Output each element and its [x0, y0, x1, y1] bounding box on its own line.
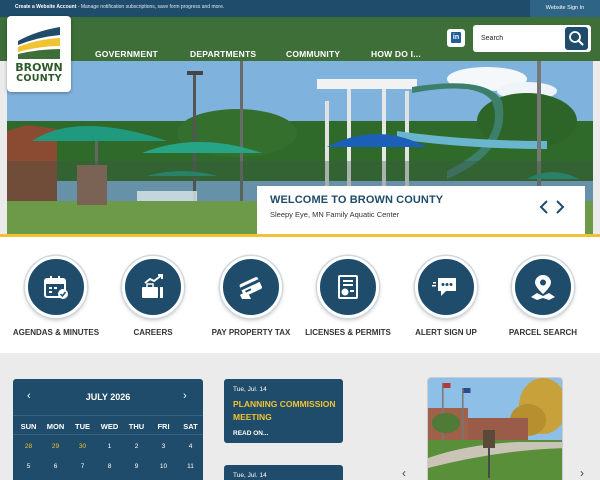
logo-county: COUNTY	[16, 73, 62, 84]
quick-link-label: LICENSES & PERMITS	[305, 328, 391, 337]
quick-link-circle	[415, 256, 477, 318]
nav-government[interactable]: GOVERNMENT	[95, 49, 158, 59]
chat-alert-icon	[432, 278, 456, 296]
credit-card-icon	[239, 277, 262, 299]
calendar-day[interactable]: 10	[150, 463, 177, 470]
nav-departments[interactable]: DEPARTMENTS	[190, 49, 256, 59]
quick-link-pay-tax[interactable]: PAY PROPERTY TAX	[201, 256, 301, 346]
photo-prev-icon[interactable]: ‹	[402, 466, 406, 480]
featured-photo	[427, 377, 563, 480]
event-card[interactable]: Tue, Jul. 14 PLANNING COMMISSION MEETING…	[224, 379, 343, 443]
calendar-day[interactable]: 4	[177, 443, 204, 450]
linkedin-button[interactable]: in	[447, 29, 465, 47]
calendar-day[interactable]: 3	[150, 443, 177, 450]
quick-links: AGENDAS & MINUTES CAREERS PAY PROPERTY T…	[0, 237, 600, 353]
quick-link-label: CAREERS	[133, 328, 173, 337]
weekday-label: TUE	[75, 422, 90, 431]
account-message-text: - Manage notification subscriptions, sav…	[76, 4, 225, 10]
weekday-label: THU	[128, 422, 145, 431]
weekday-label: MON	[46, 422, 65, 431]
hero-subtitle: Sleepy Eye, MN Family Aquatic Center	[270, 210, 400, 219]
calendar-icon	[44, 276, 68, 299]
hero-title: WELCOME TO BROWN COUNTY	[270, 194, 444, 206]
quick-link-circle	[25, 256, 87, 318]
photo-next-icon[interactable]: ›	[580, 466, 584, 480]
quick-link-parcel-search[interactable]: PARCEL SEARCH	[493, 256, 593, 346]
calendar-day[interactable]: 5	[15, 463, 42, 470]
quick-link-licenses[interactable]: LICENSES & PERMITS	[298, 256, 398, 346]
certificate-icon	[338, 275, 358, 299]
quick-link-circle	[122, 256, 184, 318]
search-box	[473, 25, 591, 52]
event-title[interactable]: PLANNING COMMISSION MEETING	[233, 398, 338, 424]
quick-link-careers[interactable]: CAREERS	[103, 256, 203, 346]
calendar-day[interactable]: 9	[123, 463, 150, 470]
event-read-more-link[interactable]: READ ON...	[233, 430, 268, 437]
hero-prev-icon[interactable]	[537, 198, 551, 216]
create-account-link[interactable]: Create a Website Account	[15, 4, 76, 10]
calendar-day[interactable]: 8	[96, 463, 123, 470]
calendar-next-button[interactable]: ›	[183, 390, 187, 402]
nav-how-do-i[interactable]: HOW DO I...	[371, 49, 421, 59]
hero-caption: WELCOME TO BROWN COUNTY Sleepy Eye, MN F…	[257, 186, 585, 234]
nav-community[interactable]: COMMUNITY	[286, 49, 340, 59]
search-input[interactable]	[481, 32, 559, 45]
event-date: Tue, Jul. 14	[233, 472, 267, 479]
quick-link-circle	[317, 256, 379, 318]
map-pin-icon	[531, 275, 555, 300]
calendar-day[interactable]: 7	[69, 463, 96, 470]
logo-name: BROWN	[15, 61, 63, 74]
quick-link-label: AGENDAS & MINUTES	[12, 328, 100, 337]
quick-link-alerts[interactable]: ALERT SIGN UP	[396, 256, 496, 346]
linkedin-icon: in	[451, 32, 461, 43]
calendar-day[interactable]: 28	[15, 443, 42, 450]
top-utility-bar: Create a Website Account - Manage notifi…	[0, 0, 600, 17]
search-button[interactable]	[565, 27, 588, 50]
event-date: Tue, Jul. 14	[233, 386, 267, 393]
calendar-day[interactable]: 6	[42, 463, 69, 470]
calendar-day[interactable]: 11	[177, 463, 204, 470]
weekday-label: WED	[100, 422, 119, 431]
quick-link-agendas[interactable]: AGENDAS & MINUTES	[6, 256, 106, 346]
calendar-day[interactable]: 29	[42, 443, 69, 450]
courthouse-photo	[428, 378, 562, 480]
website-sign-in-button[interactable]: Website Sign In	[530, 0, 600, 17]
calendar-weekday-row: SUN MON TUE WED THU FRI SAT	[13, 415, 203, 435]
weekday-label: SAT	[183, 422, 198, 431]
event-calendar: ‹ JULY 2026 › SUN MON TUE WED THU FRI SA…	[13, 379, 203, 480]
weekday-label: SUN	[20, 422, 37, 431]
logo-emblem-icon	[18, 27, 60, 59]
quick-link-label: ALERT SIGN UP	[415, 328, 477, 337]
county-logo[interactable]: BROWN COUNTY	[7, 16, 71, 92]
account-message[interactable]: Create a Website Account - Manage notifi…	[15, 4, 224, 10]
calendar-day[interactable]: 30	[69, 443, 96, 450]
quick-link-label: PARCEL SEARCH	[508, 328, 578, 337]
quick-link-circle	[220, 256, 282, 318]
quick-link-label: PAY PROPERTY TAX	[211, 328, 291, 337]
calendar-day[interactable]: 2	[123, 443, 150, 450]
quick-link-circle	[512, 256, 574, 318]
calendar-day[interactable]: 1	[96, 443, 123, 450]
event-card[interactable]: Tue, Jul. 14	[224, 465, 343, 480]
weekday-label: FRI	[157, 422, 170, 431]
briefcase-chart-icon	[142, 274, 163, 298]
calendar-month-title: JULY 2026	[85, 392, 131, 402]
search-icon	[569, 31, 584, 46]
hero-next-icon[interactable]	[553, 198, 567, 216]
calendar-header: ‹ JULY 2026 ›	[13, 379, 203, 415]
